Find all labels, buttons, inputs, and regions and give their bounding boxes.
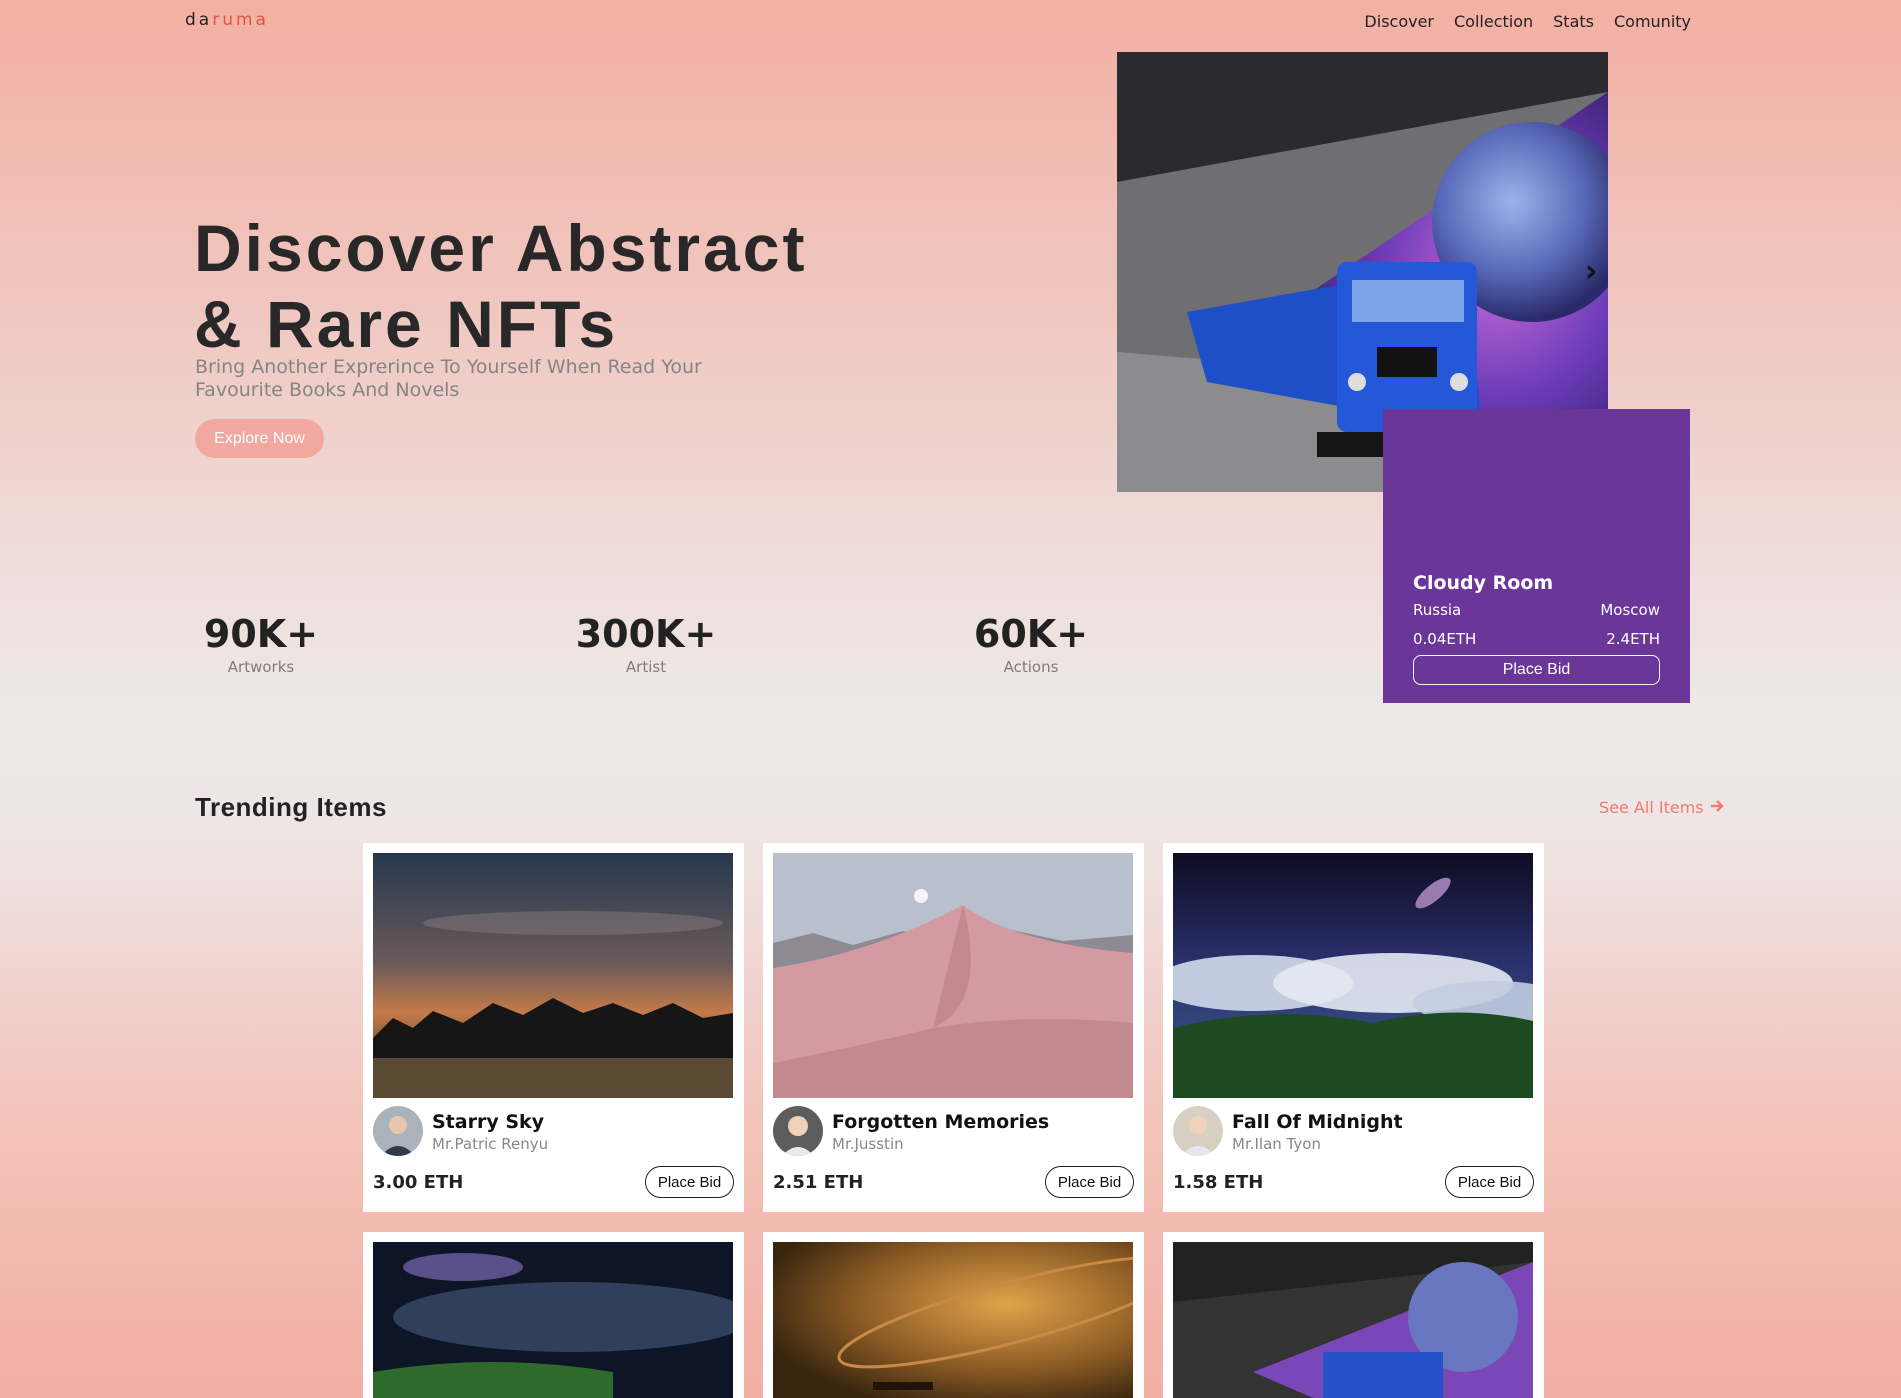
place-bid-button[interactable]: Place Bid (1045, 1166, 1134, 1198)
nav-link-collection[interactable]: Collection (1454, 12, 1533, 31)
brand-logo[interactable]: daruma (185, 10, 269, 30)
logo-part-dark: da (185, 10, 213, 30)
featured-price-right: 2.4ETH (1606, 630, 1660, 648)
card-artwork-image (1173, 1242, 1533, 1398)
featured-title: Cloudy Room (1413, 572, 1554, 594)
logo-part-accent: ruma (212, 10, 269, 30)
featured-location-right: Moscow (1600, 601, 1660, 619)
avatar (373, 1106, 423, 1156)
featured-location-row: Russia Moscow (1413, 601, 1660, 619)
hero-title: Discover Abstract & Rare NFTs (194, 210, 894, 362)
hero-title-line-1: Discover Abstract (194, 211, 808, 285)
top-nav: Discover Collection Stats Comunity (1364, 12, 1691, 31)
stat-label: Artworks (227, 658, 295, 676)
card-title: Starry Sky (432, 1111, 545, 1133)
card-title: Forgotten Memories (832, 1111, 1050, 1133)
stat-artist: 300K+ Artist (546, 612, 746, 676)
trending-card[interactable] (763, 1232, 1144, 1398)
trending-title: Trending Items (195, 792, 387, 822)
card-artwork-image (773, 853, 1133, 1098)
featured-card: Cloudy Room Russia Moscow 0.04ETH 2.4ETH… (1383, 409, 1690, 703)
card-price: 1.58 ETH (1173, 1172, 1264, 1193)
stat-value: 90K+ (203, 612, 319, 656)
hero-subtitle: Bring Another Exprerince To Yourself Whe… (195, 356, 715, 402)
trending-card[interactable] (363, 1232, 744, 1398)
card-artist: Mr.Patric Renyu (432, 1135, 549, 1153)
featured-place-bid-button[interactable]: Place Bid (1413, 655, 1660, 685)
hero-title-line-2: & Rare NFTs (194, 287, 619, 361)
avatar (1173, 1106, 1223, 1156)
card-artwork-image (373, 1242, 733, 1398)
trending-card[interactable]: Starry Sky Mr.Patric Renyu 3.00 ETH Plac… (363, 843, 744, 1212)
card-artwork-image (373, 853, 733, 1098)
card-artwork-image (773, 1242, 1133, 1398)
featured-price-left: 0.04ETH (1413, 630, 1477, 648)
nav-link-discover[interactable]: Discover (1364, 12, 1434, 31)
place-bid-button[interactable]: Place Bid (645, 1166, 734, 1198)
arrow-right-icon (1710, 798, 1724, 817)
featured-location-left: Russia (1413, 601, 1462, 619)
stat-label: Artist (625, 658, 667, 676)
nav-link-community[interactable]: Comunity (1614, 12, 1691, 31)
hero-subtitle-line-2: Favourite Books And Novels (195, 379, 460, 401)
trending-card[interactable] (1163, 1232, 1544, 1398)
nav-link-stats[interactable]: Stats (1553, 12, 1594, 31)
see-all-label: See All Items (1599, 798, 1704, 817)
stat-actions: 60K+ Actions (931, 612, 1131, 676)
card-price: 3.00 ETH (373, 1172, 464, 1193)
card-price: 2.51 ETH (773, 1172, 864, 1193)
avatar (773, 1106, 823, 1156)
place-bid-button[interactable]: Place Bid (1445, 1166, 1534, 1198)
see-all-items-link[interactable]: See All Items (1599, 798, 1724, 817)
trending-card[interactable]: Fall Of Midnight Mr.Ilan Tyon 1.58 ETH P… (1163, 843, 1544, 1212)
card-artist: Mr.Ilan Tyon (1232, 1135, 1321, 1153)
chevron-right-icon[interactable]: › (1585, 257, 1607, 287)
stat-label: Actions (1003, 658, 1059, 676)
card-title: Fall Of Midnight (1232, 1111, 1403, 1133)
stat-value: 300K+ (575, 612, 717, 656)
hero-subtitle-line-1: Bring Another Exprerince To Yourself Whe… (195, 356, 702, 378)
stat-value: 60K+ (973, 612, 1089, 656)
featured-price-row: 0.04ETH 2.4ETH (1413, 630, 1660, 648)
explore-now-button[interactable]: Explore Now (195, 419, 324, 458)
stat-artworks: 90K+ Artworks (161, 612, 361, 676)
trending-card[interactable]: Forgotten Memories Mr.Jusstin 2.51 ETH P… (763, 843, 1144, 1212)
card-artist: Mr.Jusstin (832, 1135, 904, 1153)
card-artwork-image (1173, 853, 1533, 1098)
